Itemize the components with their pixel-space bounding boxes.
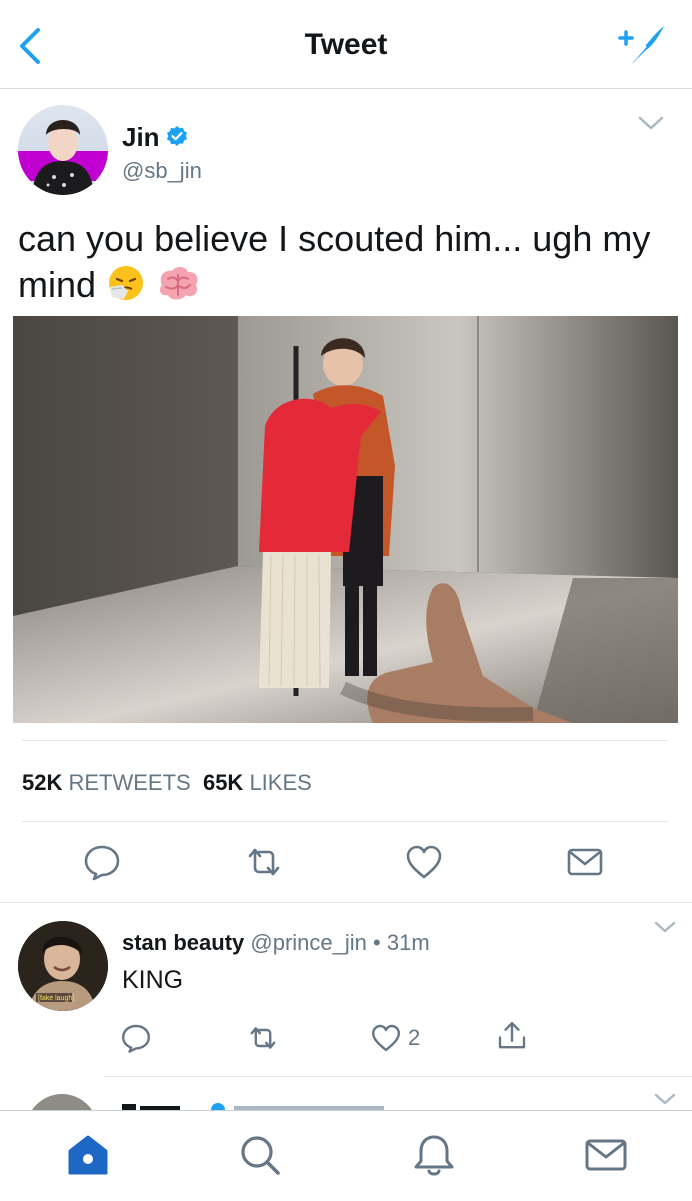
chevron-down-icon[interactable] xyxy=(652,918,678,936)
home-icon[interactable] xyxy=(64,1131,112,1179)
tweet-photo[interactable] xyxy=(13,316,678,723)
like-count: 65K xyxy=(202,770,244,795)
retweets-label: RETWEETS xyxy=(68,770,191,795)
like-icon[interactable] xyxy=(404,842,444,882)
bell-icon[interactable] xyxy=(410,1131,458,1179)
chevron-down-icon[interactable] xyxy=(636,112,666,134)
tweet-stats[interactable]: 52K RETWEETS 65K LIKES xyxy=(22,770,312,796)
verified-badge-icon xyxy=(167,126,187,146)
like-icon[interactable] xyxy=(370,1022,402,1054)
retweet-icon[interactable] xyxy=(244,842,284,882)
author-handle[interactable]: @sb_jin xyxy=(122,158,202,184)
chevron-down-icon[interactable] xyxy=(652,1090,678,1108)
divider xyxy=(22,740,668,741)
likes-label: LIKES xyxy=(249,770,312,795)
reply-like-count: 2 xyxy=(408,1025,421,1050)
sneezing-face-emoji xyxy=(109,266,144,300)
reply-header: stan beauty @prince_jin • 31m xyxy=(122,930,430,956)
retweet-icon[interactable] xyxy=(246,1022,280,1054)
page-title: Tweet xyxy=(304,28,388,61)
reply-separator: • xyxy=(373,930,381,955)
next-reply-header-cropped xyxy=(120,1096,400,1110)
reply-author-name[interactable]: stan beauty xyxy=(122,930,244,955)
share-icon[interactable] xyxy=(496,1020,528,1052)
author-name[interactable]: Jin xyxy=(122,122,160,153)
reply-author-avatar[interactable]: [fake laugh] xyxy=(18,921,108,1011)
divider xyxy=(104,1076,692,1077)
direct-message-icon[interactable] xyxy=(565,842,605,882)
search-icon[interactable] xyxy=(236,1131,284,1179)
reply-author-handle[interactable]: @prince_jin xyxy=(250,930,367,955)
divider xyxy=(22,821,668,822)
reply-icon[interactable] xyxy=(82,842,122,882)
brain-emoji xyxy=(160,266,198,300)
tweet-text: can you believe I scouted him... ugh my … xyxy=(18,216,668,308)
divider xyxy=(0,902,692,903)
reply-timestamp: 31m xyxy=(386,930,430,955)
compose-feather-icon[interactable] xyxy=(612,20,668,70)
mail-icon[interactable] xyxy=(582,1131,630,1179)
author-avatar[interactable] xyxy=(18,105,108,195)
retweet-count: 52K xyxy=(22,770,63,795)
reply-text: KING xyxy=(122,966,184,994)
avatar-caption: [fake laugh] xyxy=(38,995,74,1002)
reply-icon[interactable] xyxy=(120,1022,152,1054)
